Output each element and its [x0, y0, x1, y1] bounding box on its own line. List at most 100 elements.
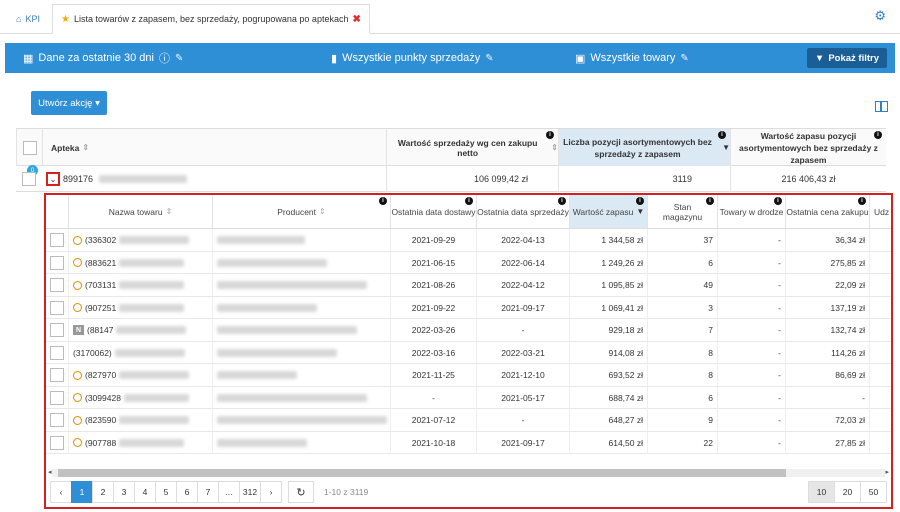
edit-icon[interactable]: ✎: [175, 53, 183, 64]
cell-cena: 114,26 zł: [785, 341, 869, 364]
cell-droga: -: [717, 341, 785, 364]
column-stock-value[interactable]: Wartość zapasu ▼ i: [569, 195, 647, 228]
redacted-text: [119, 258, 185, 267]
row-checkbox[interactable]: [46, 274, 68, 296]
cell-stan: 8: [647, 341, 717, 364]
cell-wartosc: 1 095,85 zł: [569, 274, 647, 296]
page-size-20[interactable]: 20: [834, 481, 861, 503]
scroll-right-icon[interactable]: ▸: [885, 468, 889, 476]
cell-stan: 22: [647, 431, 717, 454]
gear-icon[interactable]: ⚙: [874, 8, 886, 24]
cell-droga: -: [717, 296, 785, 319]
producer: [212, 229, 390, 251]
table-row[interactable]: (827970 2021-11-25 2021-12-10 693,52 zł 8-86…: [46, 364, 891, 387]
chevron-down-icon[interactable]: ⌄: [46, 172, 60, 186]
page-button-1[interactable]: 1: [71, 481, 93, 503]
row-checkbox[interactable]: [46, 252, 68, 274]
page-size-10[interactable]: 10: [808, 481, 835, 503]
column-producer[interactable]: Producent ⇕ i: [212, 195, 390, 228]
table-row[interactable]: (3170062) 2022-03-16 2022-03-21 914,08 zł 8-…: [46, 341, 891, 364]
table-row[interactable]: (336302 2021-09-29 2022-04-13 1 344,58 zł 37…: [46, 229, 891, 252]
nested-table-header: Nazwa towaru ⇕ Producent ⇕ i Ostatnia da…: [46, 195, 891, 229]
table-row[interactable]: ⌄ 899176 106 099,42 zł 3119 216 406,43 z…: [16, 166, 886, 192]
refresh-icon[interactable]: ↻: [288, 481, 314, 503]
page-button-6[interactable]: 6: [176, 481, 198, 503]
table-row[interactable]: (883621 2021-06-15 2022-06-14 1 249,26 zł 6-…: [46, 251, 891, 274]
horizontal-scrollbar[interactable]: ◂ ▸: [48, 469, 889, 477]
show-filters-button[interactable]: ▼ Pokaż filtry: [806, 48, 887, 68]
tab-active-report[interactable]: ★ Lista towarów z zapasem, bez sprzedaży…: [52, 4, 370, 34]
column-sales-value[interactable]: Wartość sprzedaży wg cen zakupu netto ⇕ …: [386, 129, 558, 166]
scrollbar-thumb[interactable]: [58, 469, 786, 477]
row-checkbox[interactable]: [46, 342, 68, 364]
column-in-transit-label: Towary w drodze: [719, 206, 784, 217]
redacted-text: [217, 281, 367, 289]
page-button-3[interactable]: 3: [113, 481, 135, 503]
column-in-transit[interactable]: Towary w drodze i: [717, 195, 785, 228]
tab-bar: ⌂ KPI ★ Lista towarów z zapasem, bez spr…: [0, 0, 900, 34]
filter-points[interactable]: ▮ Wszystkie punkty sprzedaży ✎: [331, 43, 494, 73]
last-page-button[interactable]: 312: [239, 481, 261, 503]
cell-cena: 22,09 zł: [785, 274, 869, 296]
column-position-count[interactable]: Liczba pozycji asortymentowych bez sprze…: [558, 129, 730, 166]
column-share[interactable]: Udz: [869, 195, 891, 228]
row-checkbox[interactable]: [46, 409, 68, 431]
page-button-5[interactable]: 5: [155, 481, 177, 503]
table-row[interactable]: (3099428-2021-05-17 688,74 zł 6- -: [46, 386, 891, 409]
tab-kpi[interactable]: ⌂ KPI: [8, 4, 48, 34]
column-last-sale[interactable]: Ostatnia data sprzedaży i: [476, 195, 569, 228]
cell-dostawa: 2022-03-26: [390, 319, 476, 341]
page-button-2[interactable]: 2: [92, 481, 114, 503]
column-stock-level[interactable]: Stan magazynu i: [647, 195, 717, 228]
next-page-button[interactable]: ›: [260, 481, 282, 503]
producer: [212, 386, 390, 409]
column-share-label: Udz: [874, 206, 890, 217]
row-checkbox[interactable]: [46, 319, 68, 341]
edit-icon[interactable]: ✎: [680, 53, 688, 64]
table-row[interactable]: (907788 2021-10-18 2021-09-17 614,50 zł 22-2…: [46, 431, 891, 454]
page-ellipsis[interactable]: …: [218, 481, 240, 503]
sort-icon: ⇕: [82, 143, 90, 152]
cell-cena: 132,74 zł: [785, 319, 869, 341]
sort-desc-icon: ▼: [636, 206, 645, 216]
row-checkbox[interactable]: [16, 166, 42, 192]
table-row[interactable]: (703131 2021-08-26 2022-04-12 1 095,85 zł 49…: [46, 274, 891, 297]
producer: [212, 319, 390, 341]
page-button-4[interactable]: 4: [134, 481, 156, 503]
cell-stock-value: 216 406,43 zł: [730, 166, 886, 192]
row-checkbox[interactable]: [46, 229, 68, 251]
clock-icon: [73, 393, 82, 402]
cell-wartosc: 1 069,41 zł: [569, 296, 647, 319]
edit-icon[interactable]: ✎: [485, 53, 493, 64]
row-checkbox[interactable]: [46, 297, 68, 319]
column-stock-value[interactable]: Wartość zapasu pozycji asortymentowych b…: [730, 129, 886, 166]
table-row[interactable]: (907251 2021-09-22 2021-09-17 1 069,41 zł 3-…: [46, 296, 891, 319]
info-icon: i: [874, 131, 882, 139]
page-button-7[interactable]: 7: [197, 481, 219, 503]
row-checkbox[interactable]: [46, 432, 68, 454]
producer: [212, 409, 390, 431]
close-icon[interactable]: ✖: [352, 14, 360, 25]
sort-icon: ⇕: [551, 143, 558, 152]
scroll-left-icon[interactable]: ◂: [48, 468, 52, 476]
select-all-checkbox[interactable]: [16, 129, 42, 166]
create-action-button[interactable]: Utwórz akcję ▾: [31, 91, 107, 115]
cell-droga: -: [717, 386, 785, 409]
row-checkbox[interactable]: [46, 387, 68, 409]
row-checkbox[interactable]: [46, 364, 68, 386]
column-apteka[interactable]: Apteka ⇕: [42, 129, 386, 166]
table-row[interactable]: N (88147 2022-03-26-929,18 zł 7-132,74 zł: [46, 319, 891, 342]
cell-share: [869, 364, 891, 386]
prev-page-button[interactable]: ‹: [50, 481, 72, 503]
filter-products[interactable]: ▣ Wszystkie towary ✎: [575, 43, 689, 73]
cell-cena: -: [785, 386, 869, 409]
column-product-name[interactable]: Nazwa towaru ⇕: [68, 195, 212, 228]
page-size-50[interactable]: 50: [860, 481, 887, 503]
table-row[interactable]: (823590 2021-07-12-648,27 zł 9-72,03 zł: [46, 409, 891, 432]
columns-icon[interactable]: [875, 101, 888, 112]
filter-period[interactable]: ▦ Dane za ostatnie 30 dni ⓘ ✎: [23, 43, 183, 73]
cell-droga: -: [717, 364, 785, 386]
cell-dostawa: 2021-07-12: [390, 409, 476, 431]
column-last-price[interactable]: Ostatnia cena zakupu i: [785, 195, 869, 228]
column-last-delivery[interactable]: Ostatnia data dostawy i: [390, 195, 476, 228]
